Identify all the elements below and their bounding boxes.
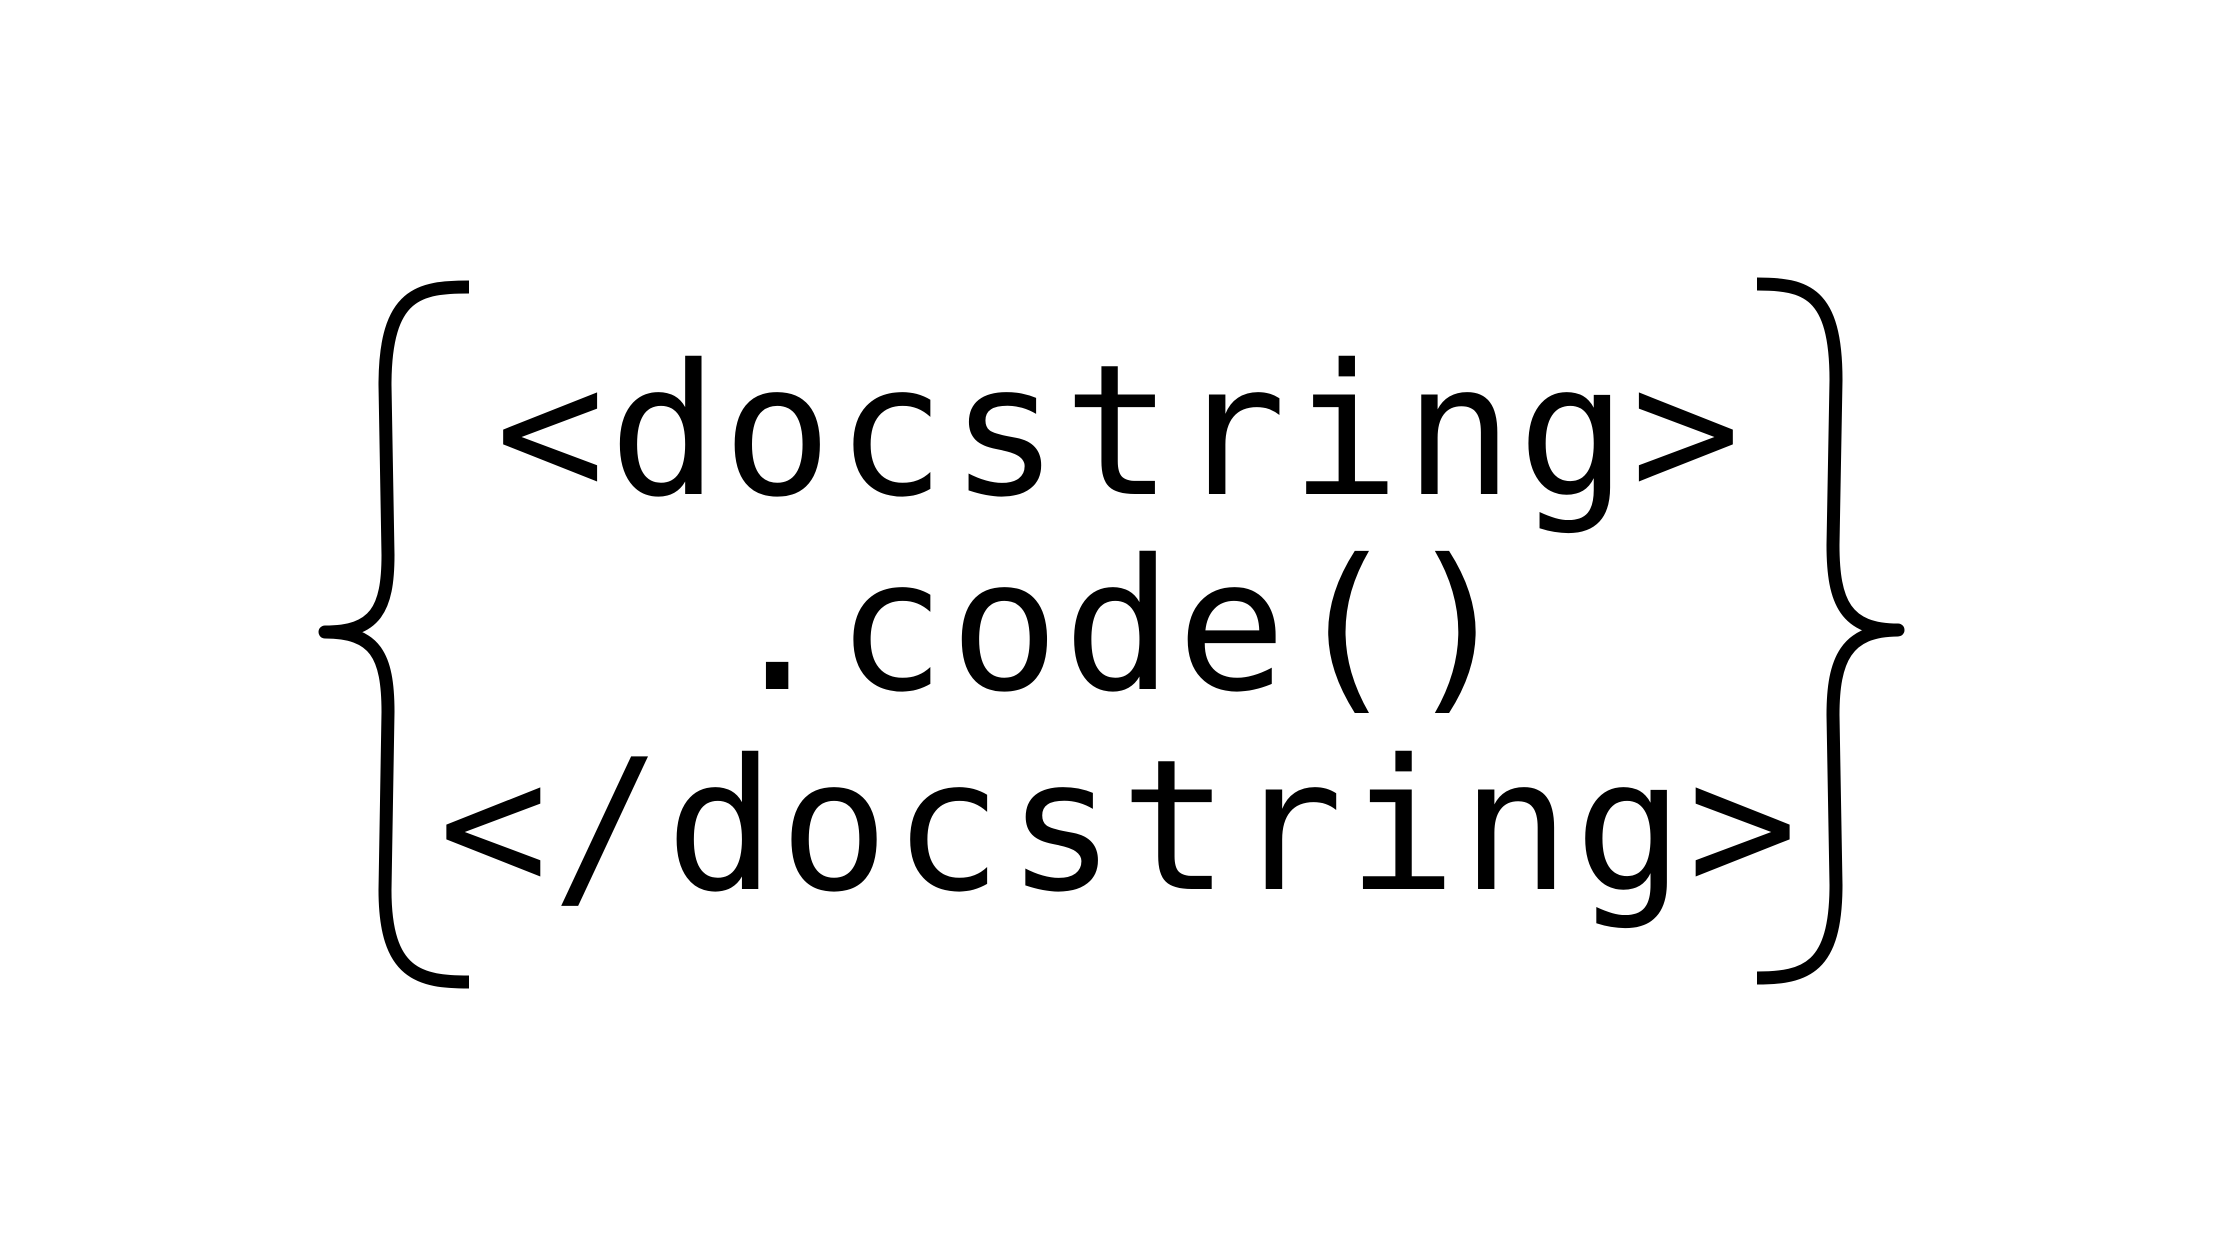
docstring-logo: <docstring> .code() </docstring> bbox=[0, 0, 2240, 1260]
open-tag-text: <docstring> bbox=[495, 325, 1745, 537]
code-method-text: .code() bbox=[722, 520, 1518, 732]
close-tag-text: </docstring> bbox=[438, 720, 1802, 932]
